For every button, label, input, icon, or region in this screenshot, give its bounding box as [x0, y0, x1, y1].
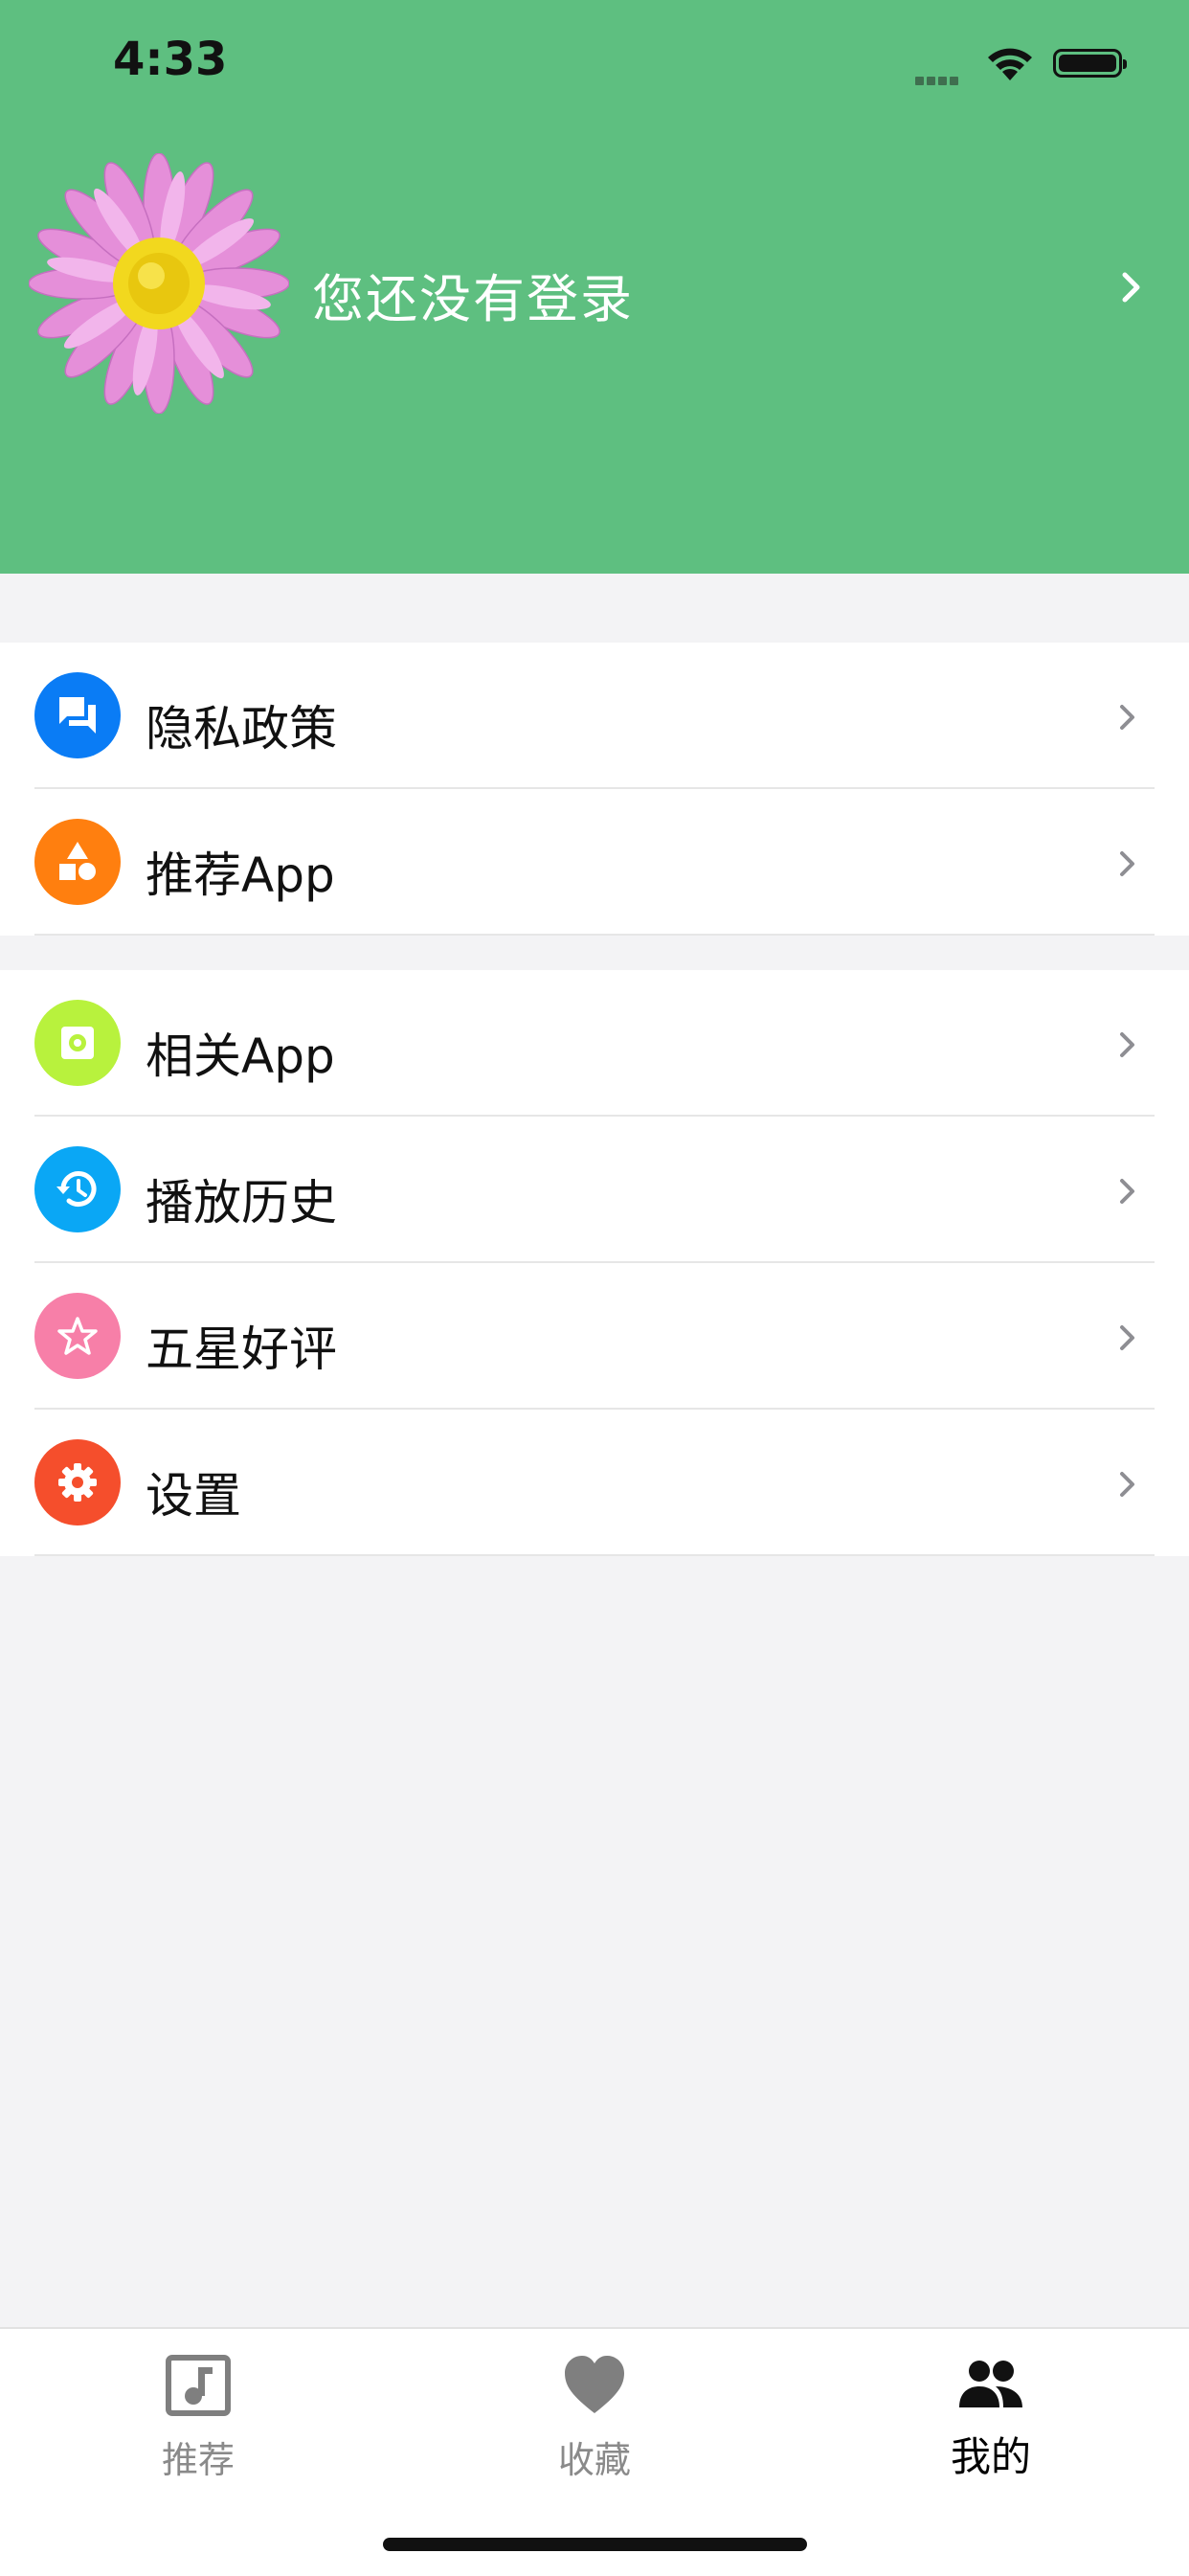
menu-item-recommended-app[interactable]: 推荐App [0, 789, 1189, 936]
status-time: 4:33 [113, 33, 228, 86]
heart-icon [565, 2356, 624, 2413]
app-icon [61, 1027, 94, 1059]
menu-group-2: 相关App 播放历史 五星好评 设置 [0, 970, 1189, 1556]
cellular-signal-icon [915, 71, 961, 89]
tab-label: 我的 [950, 2433, 1031, 2480]
tab-mine[interactable]: 我的 [793, 2329, 1189, 2511]
menu-item-label: 隐私政策 [146, 701, 337, 757]
divider [34, 1554, 1155, 1556]
chevron-right-icon [1120, 1179, 1134, 1204]
chevron-right-icon [1120, 1325, 1134, 1350]
tab-favorites[interactable]: 收藏 [396, 2329, 793, 2511]
chevron-right-icon[interactable] [1120, 270, 1143, 305]
menu-group-1: 隐私政策 推荐App [0, 643, 1189, 936]
login-prompt[interactable]: 您还没有登录 [312, 257, 634, 332]
menu-item-label: 五星好评 [146, 1322, 337, 1377]
menu-icon-bg [34, 1146, 121, 1232]
menu-item-privacy-policy[interactable]: 隐私政策 [0, 643, 1189, 789]
menu-item-label: 推荐App [146, 847, 335, 903]
chevron-right-icon [1120, 851, 1134, 876]
home-indicator [383, 2538, 807, 2551]
tab-recommend[interactable]: 推荐 [0, 2329, 396, 2511]
menu-icon-bg [34, 1293, 121, 1379]
menu-item-settings[interactable]: 设置 [0, 1410, 1189, 1556]
battery-icon [1053, 49, 1127, 78]
menu-icon-bg [34, 672, 121, 758]
tab-label: 收藏 [557, 2439, 631, 2481]
menu-icon-bg [34, 1000, 121, 1086]
gear-icon [58, 1463, 97, 1502]
chevron-right-icon [1120, 705, 1134, 730]
chevron-right-icon [1120, 1472, 1134, 1497]
menu-icon-bg [34, 1439, 121, 1525]
chevron-right-icon [1120, 1032, 1134, 1057]
menu-item-play-history[interactable]: 播放历史 [0, 1117, 1189, 1263]
music-note-icon [166, 2355, 231, 2416]
menu-item-label: 设置 [146, 1468, 241, 1524]
chat-icon [59, 697, 96, 734]
menu-item-label: 播放历史 [146, 1175, 337, 1231]
shapes-icon [59, 842, 96, 880]
star-icon [57, 1317, 98, 1355]
wifi-icon [988, 48, 1032, 80]
menu-item-label: 相关App [146, 1028, 335, 1084]
menu-item-five-star-review[interactable]: 五星好评 [0, 1263, 1189, 1410]
history-icon [56, 1171, 97, 1207]
tab-label: 推荐 [161, 2439, 235, 2481]
profile-header: 4:33 您还没有登录 [0, 0, 1189, 574]
divider [34, 934, 1155, 936]
menu-icon-bg [34, 819, 121, 905]
avatar[interactable] [29, 153, 289, 414]
people-icon [959, 2361, 1022, 2407]
menu-item-related-app[interactable]: 相关App [0, 970, 1189, 1117]
